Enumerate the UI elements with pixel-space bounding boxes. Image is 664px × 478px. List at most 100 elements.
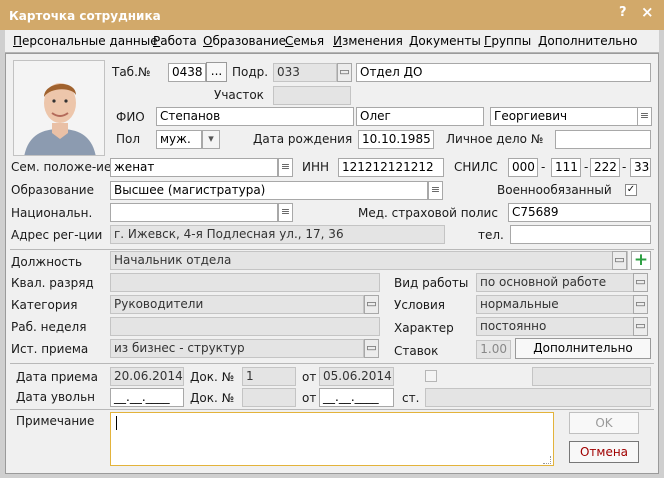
middle-name-field[interactable]: Георгиевич xyxy=(490,107,638,126)
snils-part1-field[interactable]: 000 xyxy=(508,158,538,177)
menu-work[interactable]: Работа xyxy=(153,34,197,48)
conditions-field[interactable]: нормальные xyxy=(476,295,634,314)
last-name-field[interactable]: Степанов xyxy=(156,107,354,126)
first-name-field[interactable]: Олег xyxy=(356,107,484,126)
text-cursor xyxy=(116,416,117,430)
menu-education[interactable]: Образование xyxy=(203,34,286,48)
category-label: Категория xyxy=(11,298,78,312)
title-bar: Карточка сотрудника ? × xyxy=(0,0,664,30)
list-icon[interactable]: ≡ xyxy=(278,158,293,177)
marital-field[interactable]: женат xyxy=(110,158,278,177)
rates-field[interactable]: 1.00 xyxy=(476,340,511,359)
category-field[interactable]: Руководители xyxy=(110,295,364,314)
position-field[interactable]: Начальник отдела xyxy=(110,251,628,270)
folder-icon[interactable]: ▭ xyxy=(633,295,648,314)
snils-dash: - xyxy=(541,160,546,174)
note-label: Примечание xyxy=(16,414,95,428)
position-label: Должность xyxy=(11,255,83,269)
education-field[interactable]: Высшее (магистратура) xyxy=(110,181,428,200)
folder-icon[interactable]: ▭ xyxy=(612,251,627,270)
hire-doc-date-field[interactable]: 05.06.2014 xyxy=(319,367,394,386)
article-field[interactable] xyxy=(425,388,651,407)
list-icon[interactable]: ≡ xyxy=(428,181,443,200)
conditions-label: Условия xyxy=(394,298,446,312)
rates-label: Ставок xyxy=(394,344,439,358)
menu-documents[interactable]: Документы xyxy=(409,34,481,48)
fire-date-field[interactable]: __.__.____ xyxy=(110,388,184,407)
snils-part3-field[interactable]: 222 xyxy=(590,158,620,177)
file-no-field[interactable] xyxy=(555,130,651,149)
ok-button[interactable]: OK xyxy=(569,412,639,434)
hire-source-label: Ист. приема xyxy=(11,342,89,356)
dept-name-field[interactable]: Отдел ДО xyxy=(356,63,651,82)
insurance-field[interactable]: С75689 xyxy=(508,203,651,222)
nature-field[interactable]: постоянно xyxy=(476,317,634,336)
divider xyxy=(10,249,654,250)
fire-doc-label: Док. № xyxy=(190,391,235,405)
phone-label: тел. xyxy=(478,228,504,242)
insurance-label: Мед. страховой полис xyxy=(358,206,498,220)
list-icon[interactable]: ≡ xyxy=(278,203,293,222)
fio-label: ФИО xyxy=(116,110,145,124)
add-icon[interactable]: + xyxy=(631,251,651,270)
dept-code-field[interactable]: 033 xyxy=(273,63,337,82)
cancel-button[interactable]: Отмена xyxy=(569,441,639,463)
list-icon[interactable]: ≡ xyxy=(637,107,652,126)
close-button[interactable]: × xyxy=(641,3,654,21)
gender-select[interactable]: муж. xyxy=(156,130,202,149)
hire-checkbox[interactable] xyxy=(425,370,437,382)
chevron-down-icon[interactable]: ▾ xyxy=(202,130,220,149)
snils-part2-field[interactable]: 111 xyxy=(551,158,581,177)
menu-bar: Персональные данные Работа Образование С… xyxy=(5,30,659,53)
note-textarea[interactable] xyxy=(110,412,554,466)
window-title: Карточка сотрудника xyxy=(9,9,161,23)
folder-icon[interactable]: ▭ xyxy=(364,295,379,314)
folder-icon[interactable]: ▭ xyxy=(633,273,648,292)
hire-extra-field[interactable] xyxy=(532,367,651,386)
hire-date-field[interactable]: 20.06.2014 xyxy=(110,367,184,386)
education-label: Образование xyxy=(11,183,94,197)
dept-label: Подр. xyxy=(232,65,269,79)
folder-icon[interactable]: ▭ xyxy=(633,317,648,336)
nationality-field[interactable] xyxy=(110,203,278,222)
resize-grip-icon[interactable] xyxy=(543,456,551,464)
snils-part4-field[interactable]: 33 xyxy=(630,158,651,177)
menu-family[interactable]: Семья xyxy=(285,34,324,48)
hire-doc-field[interactable]: 1 xyxy=(242,367,296,386)
work-week-field[interactable] xyxy=(110,317,380,336)
birth-date-field[interactable]: 10.10.1985 xyxy=(358,130,434,149)
file-no-label: Личное дело № xyxy=(446,132,544,146)
menu-additional[interactable]: Дополнительно xyxy=(538,34,638,48)
address-field[interactable]: г. Ижевск, 4-я Подлесная ул., 17, 36 xyxy=(110,225,445,244)
section-label: Участок xyxy=(214,88,264,102)
hire-source-field[interactable]: из бизнес - структур xyxy=(110,339,364,358)
tab-no-browse-button[interactable]: ... xyxy=(206,62,227,82)
menu-changes[interactable]: Изменения xyxy=(333,34,403,48)
folder-icon[interactable]: ▭ xyxy=(337,63,352,82)
military-checkbox[interactable]: ✓ xyxy=(625,184,637,196)
snils-label: СНИЛС xyxy=(454,160,498,174)
help-button[interactable]: ? xyxy=(619,5,627,20)
hire-from-label: от xyxy=(302,370,317,384)
section-field[interactable] xyxy=(273,86,351,105)
article-label: ст. xyxy=(402,391,420,405)
fire-doc-date-field[interactable]: __.__.____ xyxy=(319,388,394,407)
gender-label: Пол xyxy=(116,132,141,146)
worktype-label: Вид работы xyxy=(394,276,469,290)
divider xyxy=(10,409,654,410)
worktype-field[interactable]: по основной работе xyxy=(476,273,634,292)
folder-icon[interactable]: ▭ xyxy=(364,339,379,358)
menu-groups[interactable]: Группы xyxy=(484,34,531,48)
menu-personal[interactable]: Персональные данные xyxy=(13,34,158,48)
fire-from-label: от xyxy=(302,391,317,405)
grade-field[interactable] xyxy=(110,273,380,292)
phone-field[interactable] xyxy=(510,225,651,244)
person-photo-icon xyxy=(14,61,104,155)
additional-button[interactable]: Дополнительно xyxy=(515,338,651,359)
tab-no-field[interactable]: 0438 xyxy=(168,63,206,82)
address-label: Адрес рег-ции xyxy=(11,228,103,242)
fire-doc-field[interactable] xyxy=(242,388,296,407)
inn-field[interactable]: 121212121212 xyxy=(338,158,444,177)
fire-date-label: Дата увольн xyxy=(16,390,95,404)
employee-photo xyxy=(13,60,105,156)
